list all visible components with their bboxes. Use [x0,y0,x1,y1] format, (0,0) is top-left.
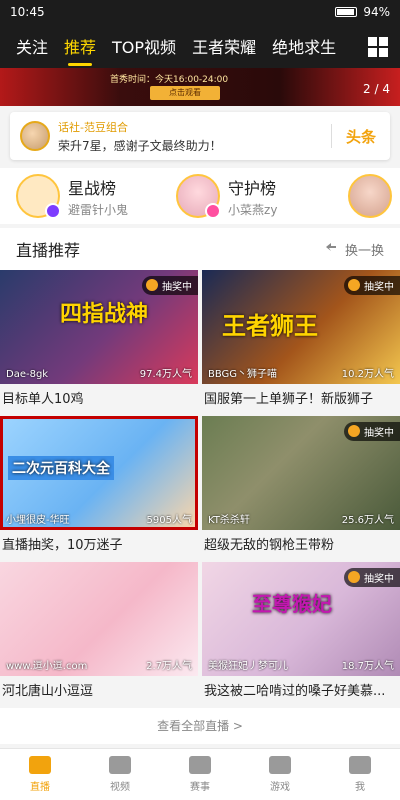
streamer-name: Dae-8gk [6,369,49,380]
notice-line1: 话社-范豆组合 [58,120,128,134]
live-thumbnail: 王者狮王 抽奖中 BBGG丶狮子喵 10.2万人气 [202,270,400,384]
live-thumbnail: 至尊猴妃 抽奖中 美猴狂妃丿梦可儿 18.7万人气 [202,562,400,676]
live-thumbnail: 抽奖中 KT杀杀轩 25.6万人气 [202,416,400,530]
viewer-count: 5905人气 [146,515,192,526]
rank-avatar [176,174,222,219]
game-icon [269,756,291,774]
battery-fill [337,9,355,15]
thumb-overlay-text: 四指战神 [60,302,149,327]
live-camera-icon [29,756,51,774]
banner-counter: 2 / 4 [363,82,390,96]
top-nav: 关注 推荐 TOP视频 王者荣耀 绝地求生 [0,24,400,68]
rank-badge-icon [45,203,61,219]
bottom-tab-label: 我 [355,782,365,793]
streamer-name: KT杀杀轩 [208,515,250,526]
ranking-row: 星战榜 避雷针小鬼 守护榜 小菜燕zy [0,168,400,224]
tab-top-video[interactable]: TOP视频 [104,24,184,68]
refresh-button[interactable]: 换一换 [323,240,384,259]
rank-title: 星战榜 [68,178,117,198]
notice-avatar [20,121,50,151]
bottom-tab-label: 赛事 [190,782,210,793]
streamer-name: 小埋很皮-华旺 [6,515,70,526]
section-header: 直播推荐 换一换 [0,228,400,270]
trophy-icon [189,756,211,774]
rank-sub: 小菜燕zy [228,202,278,217]
rank-sub: 避雷针小鬼 [68,202,129,217]
headline-brand: 头条 [345,128,376,146]
status-time: 10:45 [10,5,45,19]
card-title: 国服第一上单狮子！新版狮子 [204,392,374,407]
status-battery: 94% [363,5,390,19]
tab-pubg[interactable]: 绝地求生 [264,24,344,68]
card-title: 我这被二哈啃过的嗓子好美慕... [204,684,386,699]
rank-guardian[interactable]: 守护榜 小菜燕zy [176,174,278,219]
viewer-count: 18.7万人气 [341,661,394,672]
profile-icon [349,756,371,774]
live-thumbnail: 四指战神 抽奖中 Dae-8gk 97.4万人气 [0,270,198,384]
banner-watch-button[interactable]: 点击观看 [150,86,220,100]
lottery-badge: 抽奖中 [344,276,400,295]
bottom-tab-label: 游戏 [270,782,290,793]
bottom-tab-video[interactable]: 视频 [80,749,160,800]
tab-follow[interactable]: 关注 [8,24,56,68]
status-bar: 10:45 94% [0,0,400,24]
rank-avatar-third[interactable] [348,174,392,218]
streamer-name: www.逗小逗.com [6,661,88,672]
live-thumbnail: 二次元百科大全 小埋很皮-华旺 5905人气 [0,416,198,530]
grid-cell [379,48,388,57]
viewer-count: 10.2万人气 [341,369,394,380]
lottery-badge: 抽奖中 [344,422,400,441]
bottom-tab-live[interactable]: 直播 [0,749,80,800]
view-all-live-link[interactable]: 查看全部直播 > [0,708,400,744]
viewer-count: 97.4万人气 [139,369,192,380]
tab-recommend[interactable]: 推荐 [56,24,104,68]
live-thumbnail: www.逗小逗.com 2.7万人气 [0,562,198,676]
card-title: 河北唐山小逗逗 [2,684,94,699]
card-title: 目标单人10鸡 [2,392,84,407]
grid-cell [368,37,377,46]
streamer-name: BBGG丶狮子喵 [208,369,278,380]
card-title: 直播抽奖，10万迷子 [2,538,123,553]
battery-icon [335,7,358,17]
video-icon [109,756,131,774]
banner-title: 首秀时间：今天16:00-24:00 [110,75,229,85]
bottom-tab-label: 直播 [30,782,50,793]
viewer-count: 2.7万人气 [146,661,192,672]
lottery-badge: 抽奖中 [142,276,198,295]
thumb-overlay-text: 王者狮王 [222,312,318,340]
notice-line2: 荣升7星，感谢子文最终助力！ [58,138,222,153]
viewer-count: 25.6万人气 [341,515,394,526]
rank-title: 守护榜 [228,178,277,198]
refresh-icon [325,243,336,251]
section-title: 直播推荐 [16,241,81,260]
bottom-tab-games[interactable]: 游戏 [240,749,320,800]
category-grid-icon[interactable] [368,37,388,57]
streamer-name: 美猴狂妃丿梦可儿 [208,661,288,672]
bottom-tab-events[interactable]: 赛事 [160,749,240,800]
card-title: 超级无敌的钢枪王带粉 [204,538,335,553]
thumb-overlay-text: 至尊猴妃 [252,592,332,616]
rank-star-battle[interactable]: 星战榜 避雷针小鬼 [16,174,129,219]
rank-badge-icon [205,203,222,219]
tab-honor-of-kings[interactable]: 王者荣耀 [184,24,264,68]
notice-bar[interactable]: 话社-范豆组合 荣升7星，感谢子文最终助力！ 头条 [10,112,390,160]
notice-divider [331,124,332,148]
rank-avatar [16,174,61,219]
refresh-label: 换一换 [344,243,384,259]
lottery-badge: 抽奖中 [344,568,400,587]
bottom-tab-me[interactable]: 我 [320,749,400,800]
promo-banner[interactable]: 首秀时间：今天16:00-24:00 点击观看 2 / 4 [0,68,400,106]
grid-cell [379,37,388,46]
grid-cell [368,48,377,57]
bottom-nav: 直播 视频 赛事 游戏 我 [0,748,400,800]
thumb-overlay-text: 二次元百科大全 [8,456,114,480]
bottom-tab-label: 视频 [110,782,130,793]
